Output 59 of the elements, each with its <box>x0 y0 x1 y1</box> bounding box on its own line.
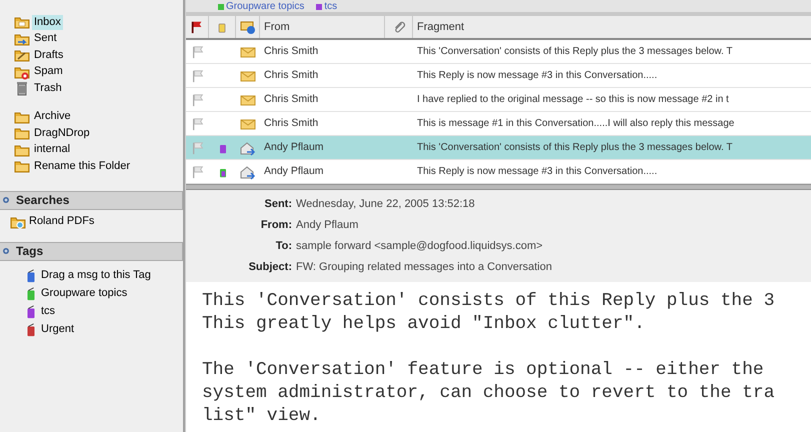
sender-name: Chris Smith <box>264 68 318 81</box>
flag-icon <box>190 92 204 108</box>
flag-icon <box>190 44 204 60</box>
header-label: To: <box>276 240 292 252</box>
section-title: Searches <box>16 192 70 209</box>
folder-item[interactable]: Sent <box>32 31 59 46</box>
message-fragment: This Reply is now message #3 in this Conversation..... <box>417 166 658 177</box>
header-value: Wednesday, June 22, 2005 13:52:18 <box>296 197 475 212</box>
sender-name: Andy Pflaum <box>264 140 324 153</box>
section-header[interactable]: Searches <box>0 190 183 210</box>
tag-item[interactable]: Urgent <box>41 321 74 338</box>
header-value: Andy Pflaum <box>296 218 358 234</box>
tag-label[interactable]: Groupware topics <box>226 1 304 12</box>
flag-icon <box>190 140 204 156</box>
header-label: Sent: <box>264 198 292 210</box>
expand-icon <box>2 195 10 205</box>
column-header[interactable]: From <box>260 16 385 38</box>
flag-icon <box>190 164 204 180</box>
flag-icon <box>190 116 204 132</box>
tag-item[interactable]: Groupware topics <box>41 285 128 302</box>
body-text: list" view. <box>202 405 322 428</box>
sender-name: Chris Smith <box>264 116 318 129</box>
message-fragment: This 'Conversation' consists of this Reply plus the 3 messages below. T <box>417 142 732 153</box>
sender-name: Chris Smith <box>264 92 318 105</box>
body-text: This 'Conversation' consists of this Reply plus the 3 <box>202 290 776 313</box>
flag-icon <box>190 68 204 84</box>
section-header[interactable]: Tags <box>0 242 183 260</box>
envelope-status-icon <box>240 19 256 35</box>
sender-name: Andy Pflaum <box>264 164 324 177</box>
section-title: Tags <box>16 243 44 260</box>
flag-icon <box>190 19 204 35</box>
tag-item[interactable]: tcs <box>41 303 56 320</box>
expand-icon <box>2 246 10 256</box>
message-fragment: This 'Conversation' consists of this Reply plus the 3 messages below. T <box>417 46 732 57</box>
body-text: system administrator, can choose to revert to the tra <box>202 382 776 405</box>
folder-item[interactable]: internal <box>32 142 72 158</box>
tag-item[interactable]: Drag a msg to this Tag <box>41 267 151 284</box>
trash-icon <box>14 80 30 96</box>
folder-item[interactable]: Spam <box>32 64 65 80</box>
message-fragment: This is message #1 in this Conversation.....I will also reply this message <box>417 118 734 129</box>
sender-name: Chris Smith <box>264 44 318 57</box>
message-fragment: I have replied to the original message -- so this is now message #2 in t <box>417 94 729 105</box>
header-value: sample forward <sample@dogfood.liquidsys.com> <box>296 239 543 254</box>
column-header[interactable]: Fragment <box>413 16 811 38</box>
folder-item[interactable]: Trash <box>32 80 64 96</box>
folder-item[interactable]: Drafts <box>32 48 66 63</box>
body-text: This greatly helps avoid "Inbox clutter". <box>202 313 646 336</box>
header-value: FW: Grouping related messages into a Conversation <box>296 260 552 276</box>
header-label: From: <box>260 219 292 232</box>
body-text: The 'Conversation' feature is optional -- either the <box>202 359 765 382</box>
message-fragment: This Reply is now message #3 in this Conversation..... <box>417 70 658 81</box>
folder-item[interactable]: DragNDrop <box>32 126 92 141</box>
saved-search-item[interactable]: Roland PDFs <box>29 213 94 230</box>
header-label: Subject: <box>248 261 292 274</box>
folder-item[interactable]: Inbox <box>32 14 63 30</box>
message-row[interactable]: Andy Pflaum This 'Conversation' consists of this Reply plus the 3 messages below. T <box>186 136 811 160</box>
folder-item[interactable]: Rename this Folder <box>32 158 132 174</box>
folder-item[interactable]: Archive <box>32 109 73 124</box>
tag-label[interactable]: tcs <box>324 1 338 12</box>
